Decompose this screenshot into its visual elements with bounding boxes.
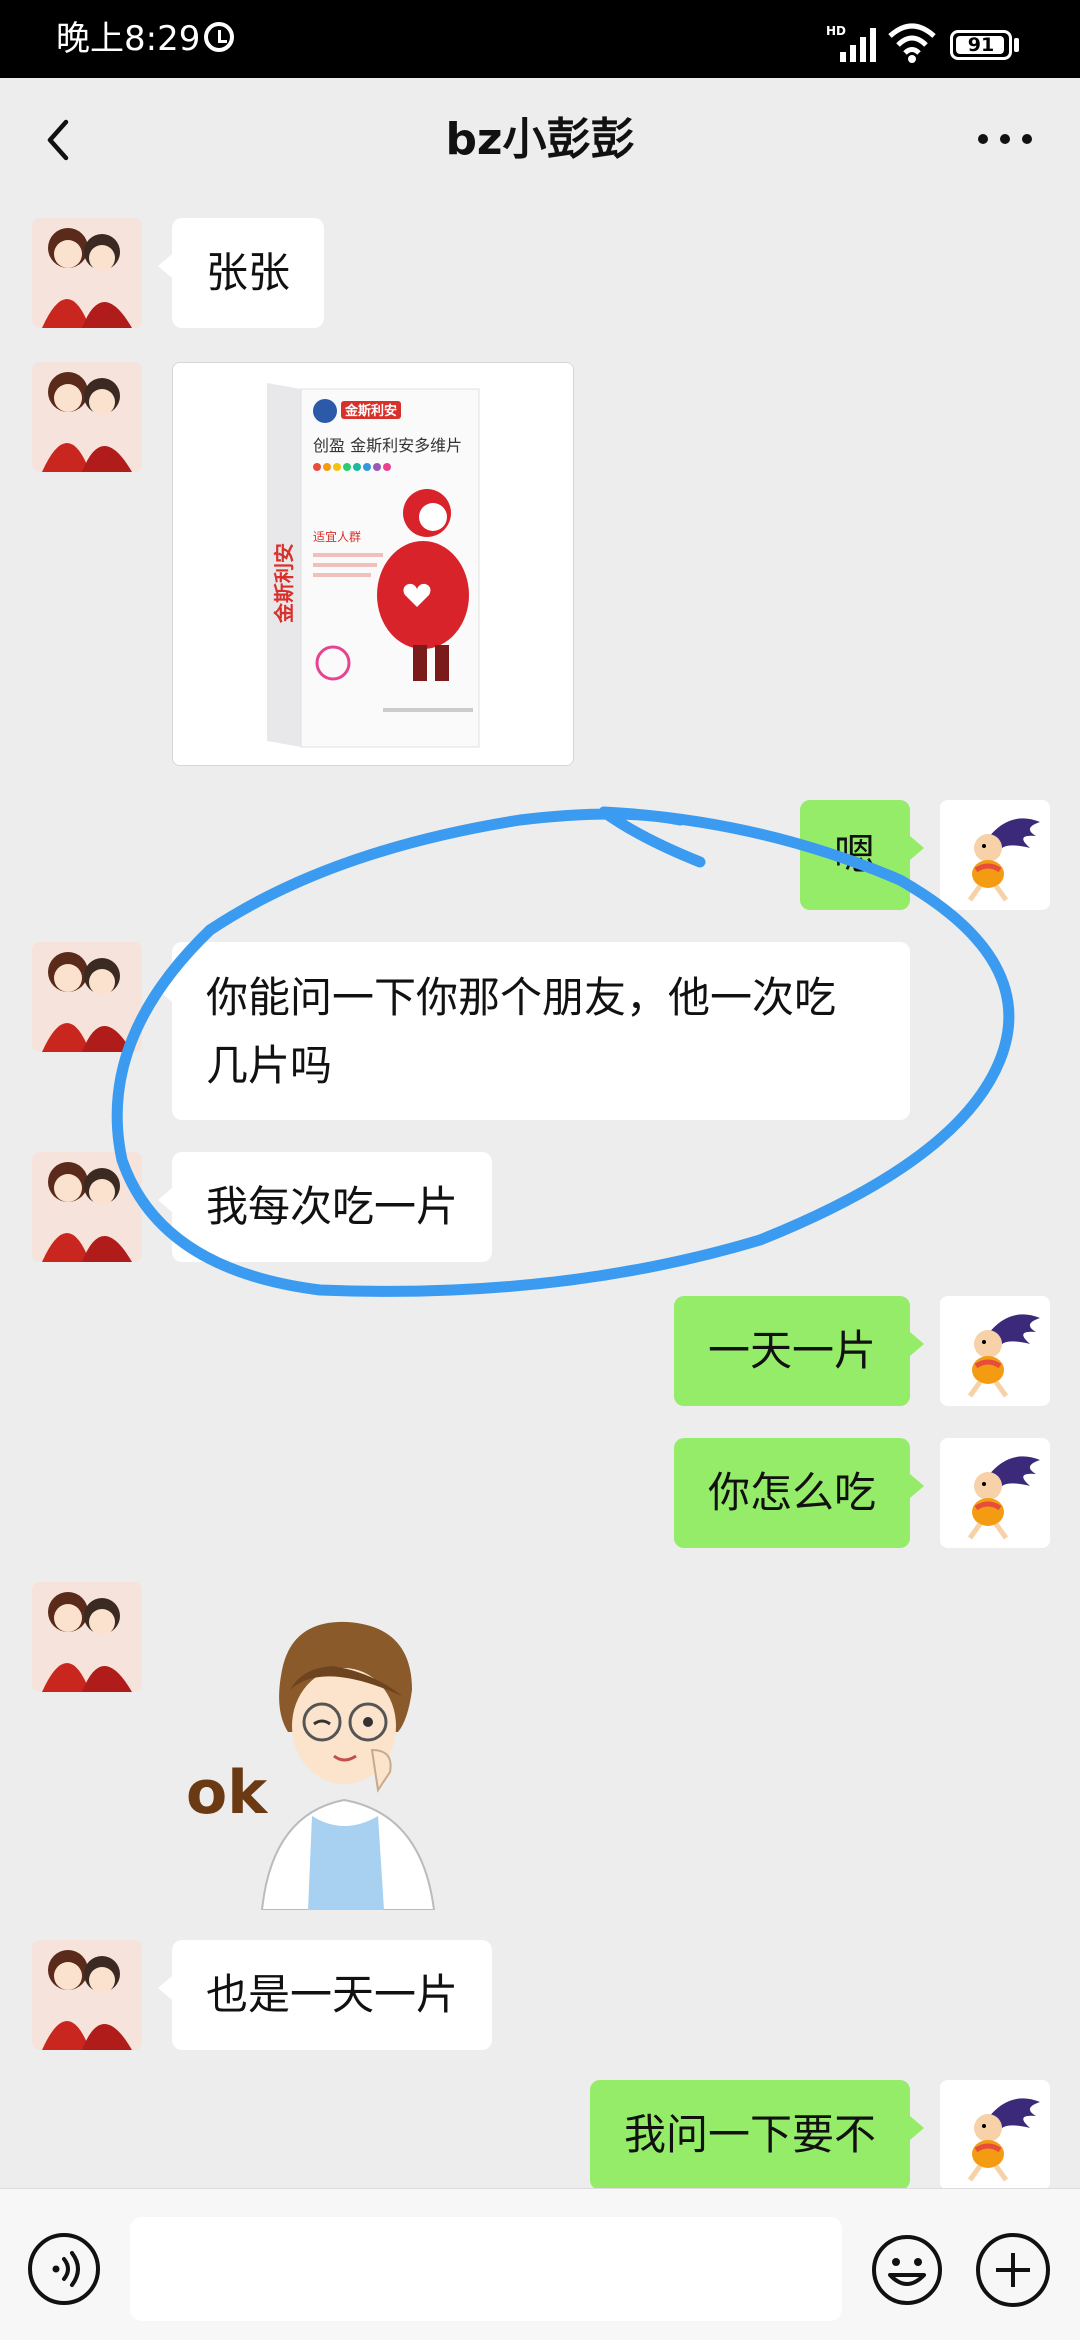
box-side-text: 金斯利安 [272,543,296,624]
message-bubble[interactable]: 我每次吃一片 [157,1152,493,1262]
couple-avatar-icon [32,218,142,328]
contact-avatar[interactable] [32,942,142,1052]
input-bar [0,2188,1080,2340]
message-bubble[interactable]: 你能问一下你那个朋友，他一次吃几片吗 [158,942,910,1120]
image-message[interactable]: 金斯利安 金斯利安 创盈 金斯利安多维片 适宜人群 [172,362,574,766]
cartoon-avatar-icon [940,1438,1050,1548]
my-avatar[interactable] [940,1296,1050,1406]
wifi-icon [888,23,936,63]
message-bubble[interactable]: 嗯 [799,800,925,910]
battery-icon: 91 [950,30,1012,60]
contact-avatar[interactable] [32,1940,142,2050]
sticker-message[interactable]: ok [172,1600,472,1911]
couple-avatar-icon [32,1940,142,2050]
couple-avatar-icon [32,1582,142,1692]
chat-header: bz小彭彭 [0,78,1080,204]
chat-title[interactable]: bz小彭彭 [0,112,1080,168]
voice-icon[interactable] [28,2233,100,2305]
sticker-text: ok [186,1758,268,1828]
message-bubble[interactable]: 你怎么吃 [673,1438,925,1548]
message-bubble[interactable]: 也是一天一片 [157,1940,493,2050]
contact-avatar[interactable] [32,1582,142,1692]
status-time: 晚上8:29 [56,19,201,59]
message-bubble[interactable]: 张张 [157,218,325,328]
message-bubble[interactable]: 我问一下要不 [589,2080,925,2190]
message-bubble[interactable]: 一天一片 [673,1296,925,1406]
contact-avatar[interactable] [32,1152,142,1262]
battery-level: 91 [967,34,995,56]
my-avatar[interactable] [940,1438,1050,1548]
couple-avatar-icon [32,1152,142,1262]
cartoon-avatar-icon [940,1296,1050,1406]
couple-avatar-icon [32,362,142,472]
svg-text:金斯利安: 金斯利安 [344,403,397,419]
svg-text:创盈 金斯利安多维片: 创盈 金斯利安多维片 [313,436,462,455]
svg-text:适宜人群: 适宜人群 [313,529,361,544]
alarm-icon [204,22,234,52]
status-bar: 晚上8:29 HD 91 [0,0,1080,78]
cartoon-avatar-icon [940,2080,1050,2190]
emoji-icon[interactable] [870,2233,944,2307]
contact-avatar[interactable] [32,218,142,328]
battery-tip [1014,38,1019,52]
more-icon[interactable] [976,124,1034,154]
message-input[interactable] [130,2217,842,2321]
couple-avatar-icon [32,942,142,1052]
plus-icon[interactable] [976,2233,1050,2307]
my-avatar[interactable] [940,2080,1050,2190]
cartoon-avatar-icon [940,800,1050,910]
contact-avatar[interactable] [32,362,142,472]
my-avatar[interactable] [940,800,1050,910]
signal-icon [840,28,876,62]
ok-sticker-image [260,1621,436,1911]
product-box-image: 金斯利安 金斯利安 创盈 金斯利安多维片 适宜人群 [173,363,573,765]
